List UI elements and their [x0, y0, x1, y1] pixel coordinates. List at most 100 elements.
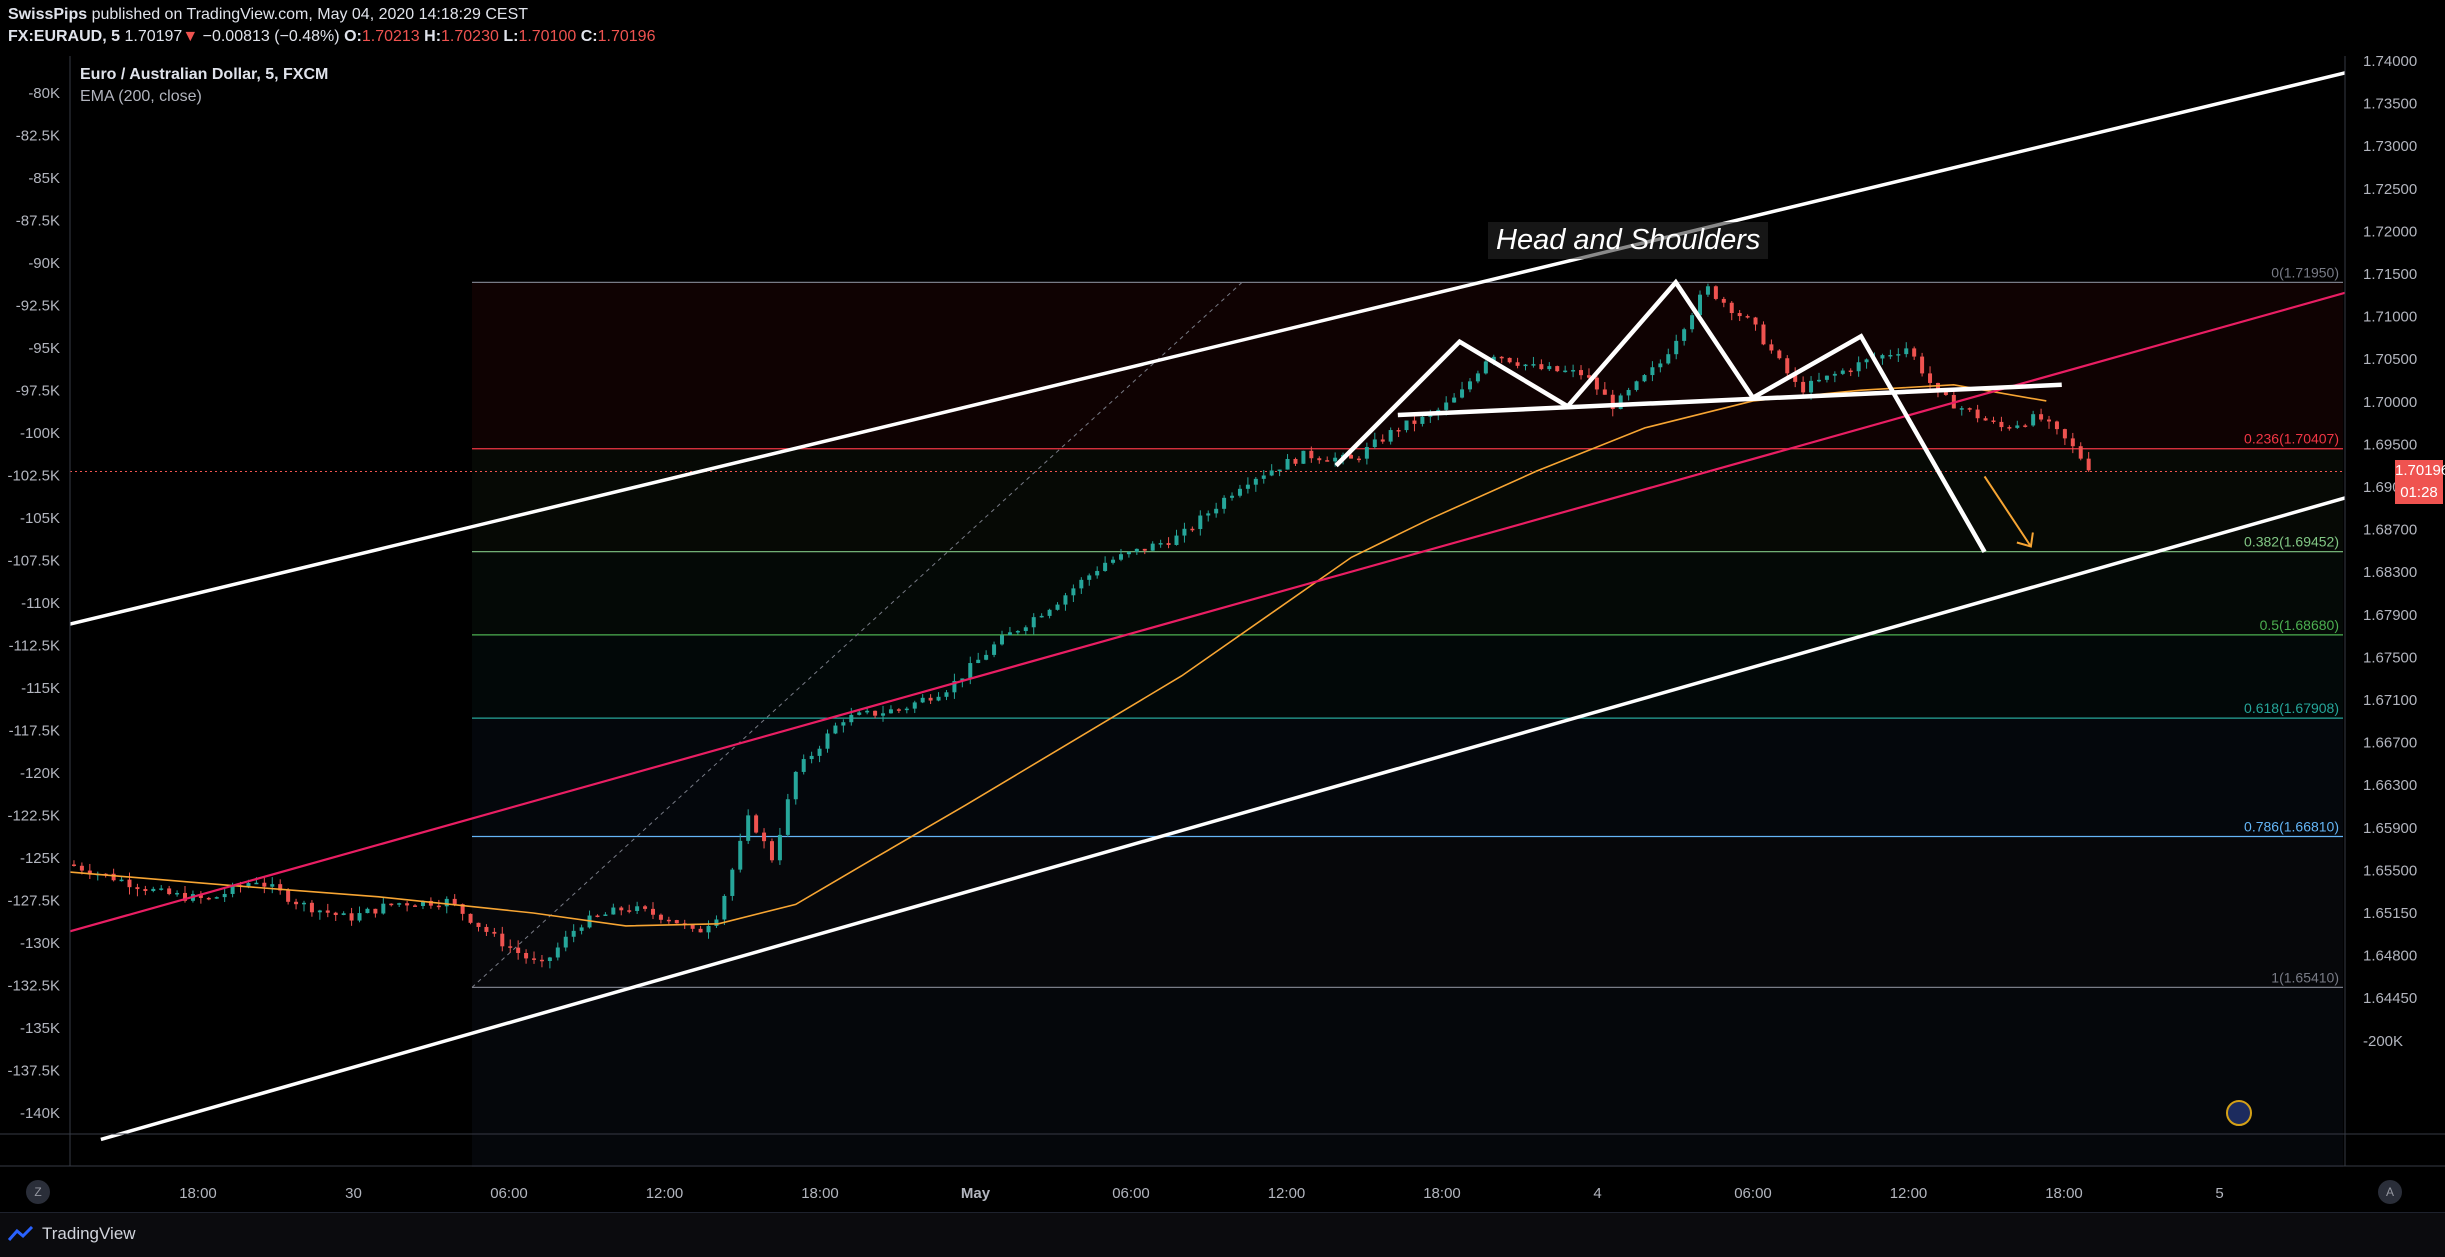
candle-body[interactable]	[389, 903, 394, 906]
candle-body[interactable]	[1594, 377, 1599, 390]
candle-body[interactable]	[2062, 429, 2067, 439]
candle-body[interactable]	[1333, 457, 1338, 462]
candle-body[interactable]	[1325, 460, 1330, 462]
candle-body[interactable]	[1087, 575, 1092, 580]
candle-body[interactable]	[333, 912, 338, 916]
candle-body[interactable]	[746, 815, 751, 841]
publisher-name[interactable]: SwissPips	[8, 6, 87, 23]
candle-body[interactable]	[754, 815, 759, 833]
candle-body[interactable]	[1975, 409, 1980, 419]
candle-body[interactable]	[1880, 355, 1885, 359]
candle-body[interactable]	[1174, 535, 1179, 545]
candle-body[interactable]	[1015, 630, 1020, 633]
candle-body[interactable]	[984, 654, 989, 660]
candle-body[interactable]	[706, 925, 711, 933]
candle-body[interactable]	[71, 864, 76, 867]
candle-body[interactable]	[1356, 458, 1361, 461]
candle-body[interactable]	[405, 903, 410, 906]
candle-body[interactable]	[976, 659, 981, 664]
candle-body[interactable]	[1420, 416, 1425, 424]
candle-body[interactable]	[365, 908, 370, 914]
candle-body[interactable]	[1642, 375, 1647, 382]
candle-body[interactable]	[1920, 356, 1925, 374]
candle-body[interactable]	[1824, 375, 1829, 380]
candle-body[interactable]	[1991, 420, 1996, 422]
candle-body[interactable]	[603, 914, 608, 916]
candle-body[interactable]	[611, 907, 616, 915]
candle-body[interactable]	[1047, 609, 1052, 616]
candle-body[interactable]	[1412, 420, 1417, 424]
candle-body[interactable]	[1380, 439, 1385, 442]
candle-body[interactable]	[833, 725, 838, 734]
candle-body[interactable]	[1856, 362, 1861, 372]
candle-body[interactable]	[1039, 615, 1044, 618]
candle-body[interactable]	[579, 927, 584, 931]
candle-body[interactable]	[262, 882, 267, 887]
candle-body[interactable]	[1737, 313, 1742, 317]
candle-body[interactable]	[1103, 562, 1108, 571]
candle-body[interactable]	[825, 733, 830, 749]
candle-body[interactable]	[159, 888, 164, 890]
symbol-label[interactable]: FX:EURAUD, 5	[8, 28, 120, 45]
candle-body[interactable]	[571, 930, 576, 937]
candle-body[interactable]	[849, 714, 854, 723]
candle-body[interactable]	[912, 702, 917, 709]
candle-body[interactable]	[444, 898, 449, 907]
price-chart[interactable]: 0(1.71950) 0.236(1.70407) 0.382(1.69452) 0.…	[0, 56, 2445, 1212]
candle-body[interactable]	[222, 893, 227, 898]
candle-body[interactable]	[206, 897, 211, 900]
candle-body[interactable]	[1063, 595, 1068, 605]
candle-body[interactable]	[1713, 286, 1718, 299]
candle-body[interactable]	[730, 869, 735, 896]
candle-body[interactable]	[317, 910, 322, 913]
candle-body[interactable]	[1571, 370, 1576, 372]
candle-body[interactable]	[1705, 286, 1710, 295]
candle-body[interactable]	[1698, 294, 1703, 316]
auto-scale-button[interactable]: A	[2378, 1180, 2402, 1204]
candle-body[interactable]	[555, 947, 560, 958]
candle-body[interactable]	[539, 959, 544, 962]
candle-body[interactable]	[928, 697, 933, 701]
candle-body[interactable]	[1467, 381, 1472, 390]
candle-body[interactable]	[1959, 408, 1964, 410]
candle-body[interactable]	[1079, 579, 1084, 589]
candle-body[interactable]	[809, 755, 814, 760]
candle-body[interactable]	[968, 663, 973, 679]
candle-body[interactable]	[666, 919, 671, 922]
candle-body[interactable]	[1000, 635, 1005, 645]
candle-body[interactable]	[1579, 370, 1584, 376]
tradingview-brand[interactable]: TradingView	[8, 1224, 136, 1244]
candle-body[interactable]	[532, 958, 537, 960]
candle-body[interactable]	[857, 712, 862, 715]
candle-body[interactable]	[1507, 357, 1512, 363]
candle-body[interactable]	[1214, 508, 1219, 514]
candle-body[interactable]	[1460, 389, 1465, 398]
candle-body[interactable]	[1237, 488, 1242, 496]
candle-body[interactable]	[492, 931, 497, 934]
candle-body[interactable]	[1928, 373, 1933, 383]
candle-body[interactable]	[762, 832, 767, 842]
candle-body[interactable]	[650, 908, 655, 915]
candle-body[interactable]	[635, 906, 640, 911]
candle-body[interactable]	[1809, 380, 1814, 393]
candle-body[interactable]	[1753, 317, 1758, 325]
candle-body[interactable]	[2078, 446, 2083, 459]
candle-body[interactable]	[484, 926, 489, 932]
candle-body[interactable]	[690, 924, 695, 929]
candle-body[interactable]	[1396, 430, 1401, 432]
candle-body[interactable]	[1832, 373, 1837, 376]
candle-body[interactable]	[325, 910, 330, 913]
candle-body[interactable]	[1547, 366, 1552, 370]
candle-body[interactable]	[2047, 419, 2052, 422]
candle-body[interactable]	[476, 922, 481, 927]
candle-body[interactable]	[563, 936, 568, 948]
candle-body[interactable]	[341, 913, 346, 916]
candle-body[interactable]	[1293, 458, 1298, 464]
candle-body[interactable]	[2031, 414, 2036, 426]
candle-body[interactable]	[1888, 355, 1893, 357]
candle-body[interactable]	[1285, 458, 1290, 470]
candle-body[interactable]	[619, 907, 624, 911]
candle-body[interactable]	[1095, 570, 1100, 576]
candle-body[interactable]	[1150, 543, 1155, 551]
candle-body[interactable]	[373, 908, 378, 914]
